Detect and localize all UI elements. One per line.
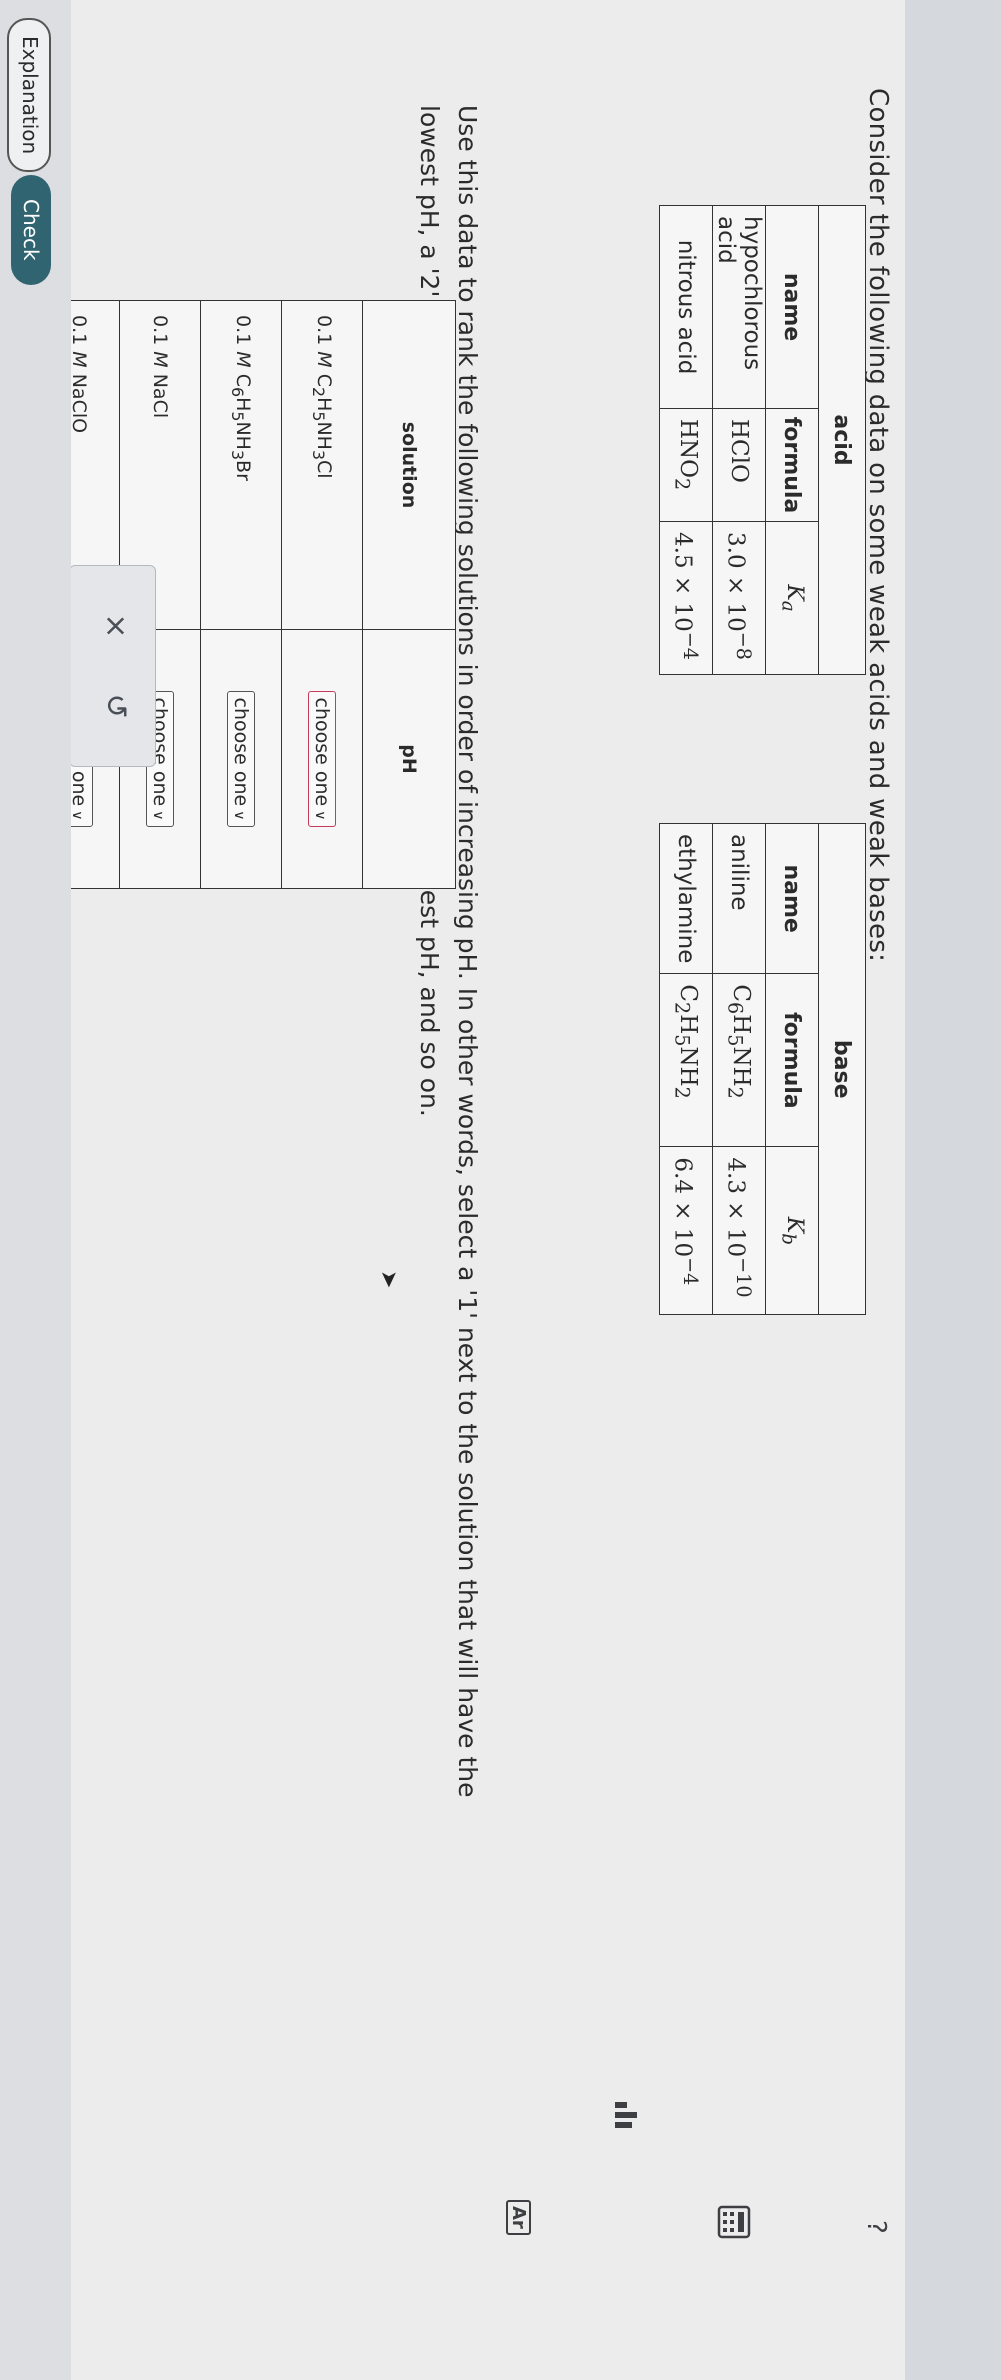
calculator-icon[interactable]: [710, 2205, 751, 2239]
ranking-row: 0.1 M C2H5NH3Cl choose one∨: [281, 300, 363, 889]
question-prompt: Consider the following data on some weak…: [863, 88, 893, 963]
data-icon[interactable]: [606, 2100, 641, 2130]
top-bar: [905, 0, 1001, 2380]
base-name-header: name: [765, 823, 819, 974]
base-formula: C2H5NH2: [659, 973, 713, 1147]
ka-header: Ka: [765, 521, 819, 675]
base-group-header: base: [818, 823, 866, 1315]
ranking-row: 0.1 M C6H5NH3Br choose one∨: [200, 300, 282, 889]
acid-group-header: acid: [818, 205, 866, 675]
chevron-down-icon: ∨: [69, 810, 85, 821]
acid-table: acid name formula Ka hypochlorous acid H…: [659, 205, 866, 675]
bar-chart-icon: [615, 2102, 637, 2128]
solution-header: solution: [362, 300, 456, 630]
base-kb: 6.4 × 10−4: [659, 1146, 713, 1315]
base-row: ethylamine C2H5NH2 6.4 × 10−4: [659, 823, 713, 1315]
acid-ka: 3.0 × 10−8: [712, 521, 766, 675]
kb-header: Kb: [765, 1146, 819, 1315]
solution-label: 0.1 M C6H5NH3Br: [200, 300, 282, 630]
explanation-button[interactable]: Explanation: [7, 18, 51, 173]
acid-name: hypochlorous acid: [712, 205, 766, 409]
acid-formula: HNO2: [659, 408, 713, 522]
base-table: base name formula Kb aniline C6H5NH2 4.3…: [659, 823, 866, 1316]
chevron-down-icon: ∨: [231, 810, 247, 821]
rank-select[interactable]: choose one∨: [227, 690, 255, 828]
answer-actions: × ↺: [69, 565, 156, 767]
mouse-cursor-icon: ➤: [376, 1270, 401, 1289]
solution-label: 0.1 M C2H5NH3Cl: [281, 300, 363, 630]
chevron-down-icon: ∨: [150, 810, 166, 821]
chevron-down-icon: ∨: [312, 810, 328, 821]
base-formula-header: formula: [765, 973, 819, 1147]
base-formula: C6H5NH2: [712, 973, 766, 1147]
bottom-bar: [0, 0, 71, 2380]
base-row: aniline C6H5NH2 4.3 × 10−10: [712, 823, 766, 1315]
periodic-table-icon[interactable]: Ar: [506, 2200, 531, 2235]
check-button[interactable]: Check: [11, 175, 51, 285]
undo-button[interactable]: ↺: [95, 686, 135, 726]
acid-ka: 4.5 × 10−4: [659, 521, 713, 675]
acid-name-header: name: [765, 205, 819, 409]
acid-name: nitrous acid: [659, 205, 713, 409]
acid-formula-header: formula: [765, 408, 819, 522]
base-kb: 4.3 × 10−10: [712, 1146, 766, 1315]
clear-button[interactable]: ×: [95, 606, 135, 646]
base-name: aniline: [712, 823, 766, 974]
base-name: ethylamine: [659, 823, 713, 974]
acid-formula: HClO: [712, 408, 766, 522]
ph-cell: choose one∨: [200, 629, 282, 889]
help-icon[interactable]: ?: [861, 2220, 891, 2234]
ph-header: pH: [362, 629, 456, 889]
acid-row: hypochlorous acid HClO 3.0 × 10−8: [712, 205, 766, 675]
ph-cell: choose one∨: [281, 629, 363, 889]
acid-row: nitrous acid HNO2 4.5 × 10−4: [659, 205, 713, 675]
rank-select[interactable]: choose one∨: [308, 690, 336, 828]
screen: Consider the following data on some weak…: [0, 0, 1001, 2380]
